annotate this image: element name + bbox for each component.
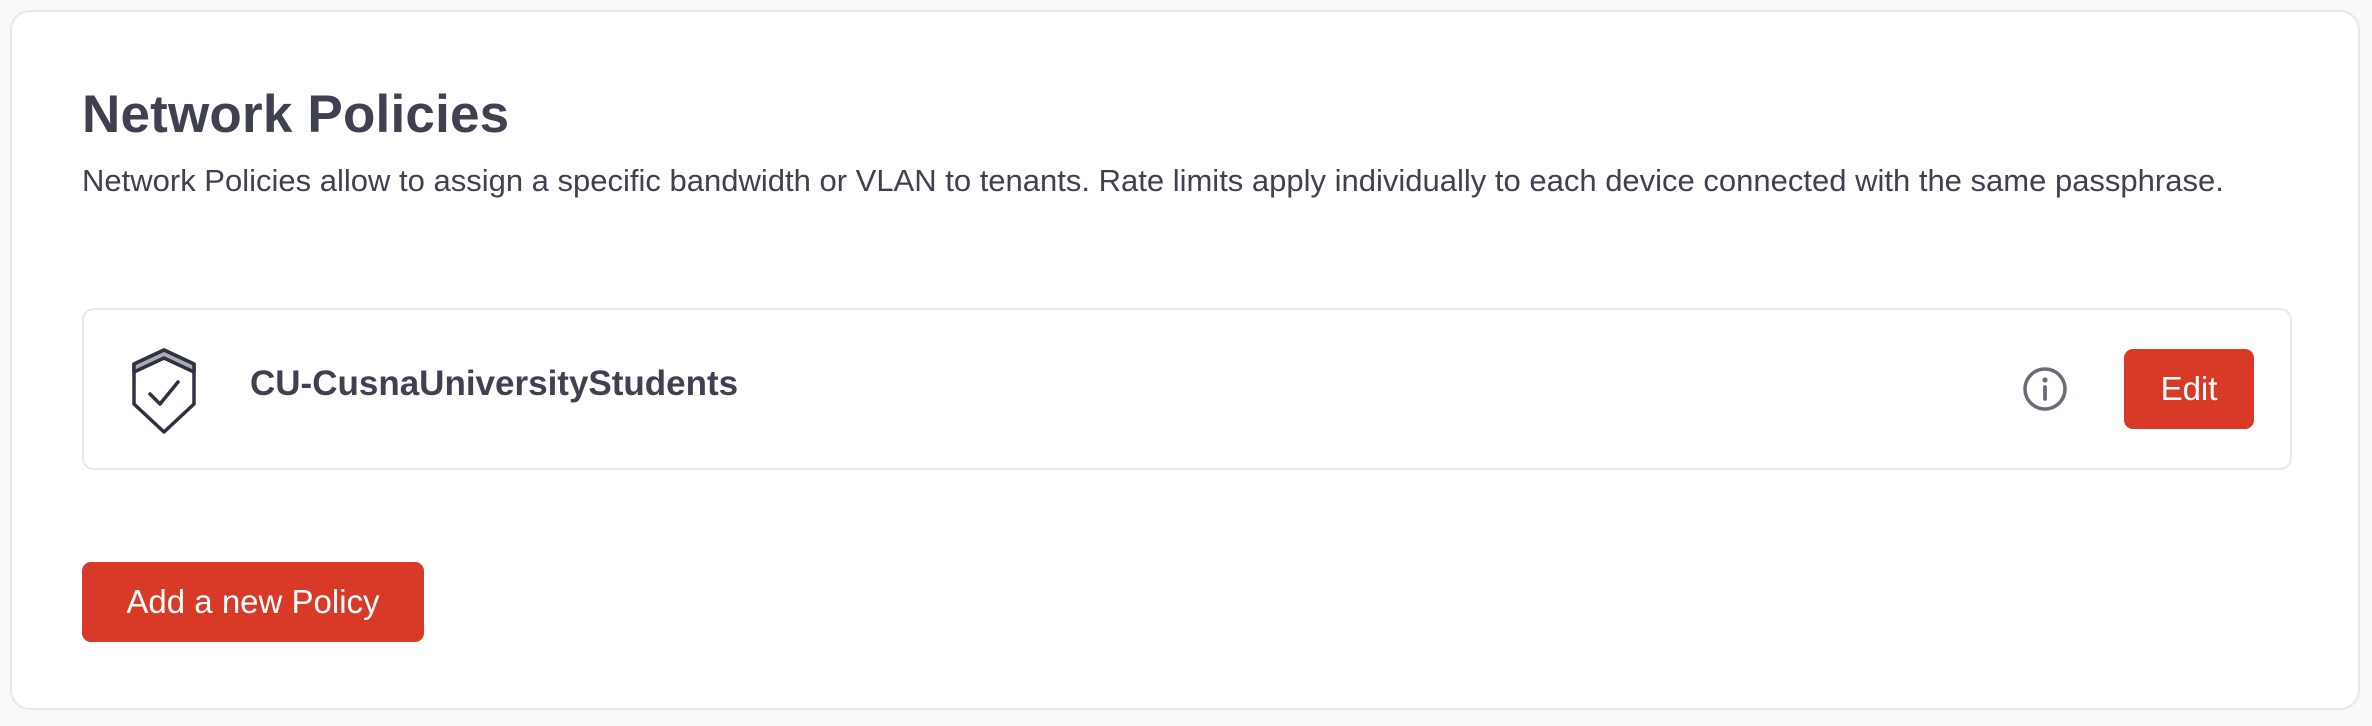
policy-row: CU-CusnaUniversityStudents Edit <box>82 308 2292 470</box>
policy-name: CU-CusnaUniversityStudents <box>250 364 739 403</box>
shield-check-icon <box>132 348 196 434</box>
info-icon[interactable] <box>2020 364 2070 414</box>
network-policies-card: Network Policies Network Policies allow … <box>10 10 2360 710</box>
edit-policy-button[interactable]: Edit <box>2124 349 2254 429</box>
page-title: Network Policies <box>82 85 510 144</box>
add-policy-button[interactable]: Add a new Policy <box>82 562 424 642</box>
section-description: Network Policies allow to assign a speci… <box>82 163 2224 198</box>
